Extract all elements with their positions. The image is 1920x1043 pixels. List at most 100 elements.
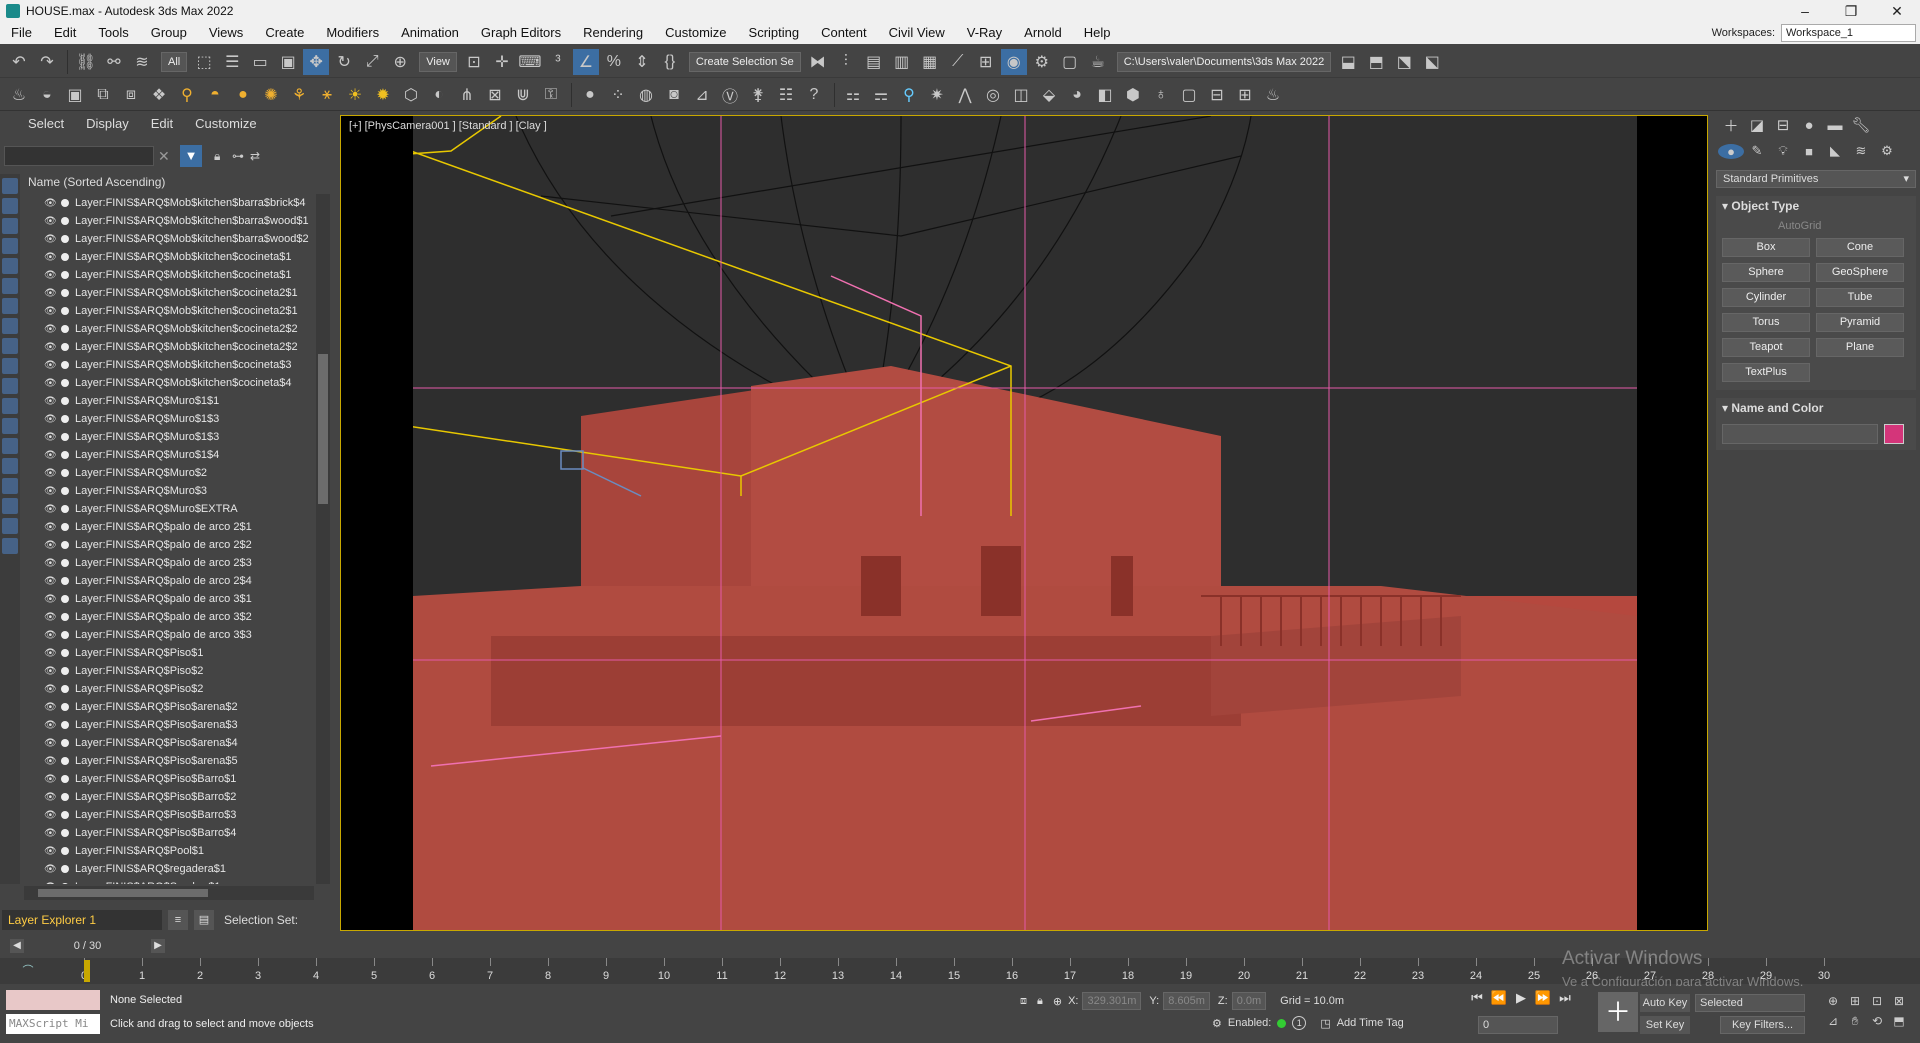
visibility-eye-icon[interactable]: 👁︎ — [44, 612, 58, 623]
vray-sphere-light-icon[interactable]: ● — [230, 82, 256, 108]
visibility-eye-icon[interactable]: 👁︎ — [44, 756, 58, 767]
layer-row[interactable]: 👁︎ Layer:FINIS$ARQ$Piso$Barro$2 — [24, 788, 314, 806]
bind-space-warp-icon[interactable]: ≋ — [129, 49, 155, 75]
menu-group[interactable]: Group — [140, 22, 198, 44]
vray-proxy-icon[interactable]: ⬡ — [398, 82, 424, 108]
curve-editor-icon[interactable]: ⟋ — [945, 49, 971, 75]
arnold-light-icon[interactable]: ◎ — [980, 82, 1006, 108]
arnold-render-icon[interactable]: ◙ — [661, 82, 687, 108]
visibility-eye-icon[interactable]: 👁︎ — [44, 828, 58, 839]
render-toggle-icon[interactable] — [61, 307, 69, 315]
layer-row[interactable]: 👁︎ Layer:FINIS$ARQ$Muro$1$1 — [24, 392, 314, 410]
visibility-eye-icon[interactable]: 👁︎ — [44, 396, 58, 407]
vray-mesh-light-icon[interactable]: ✺ — [258, 82, 284, 108]
menu-scripting[interactable]: Scripting — [738, 22, 811, 44]
menu-help[interactable]: Help — [1073, 22, 1122, 44]
vray-decal-icon[interactable]: ⊠ — [482, 82, 508, 108]
workspace-dropdown[interactable]: Workspace_1 — [1781, 24, 1916, 42]
spot-light-icon[interactable]: ⋀ — [952, 82, 978, 108]
render-toggle-icon[interactable] — [61, 271, 69, 279]
visibility-eye-icon[interactable]: 👁︎ — [44, 648, 58, 659]
ribbon-icon[interactable]: ▦ — [917, 49, 943, 75]
autogrid-checkbox[interactable]: AutoGrid — [1716, 216, 1916, 236]
render-toggle-icon[interactable] — [61, 847, 69, 855]
visibility-eye-icon[interactable]: 👁︎ — [44, 414, 58, 425]
visibility-eye-icon[interactable]: 👁︎ — [44, 288, 58, 299]
bulb-icon[interactable]: ♁ — [1148, 82, 1174, 108]
visibility-eye-icon[interactable]: 👁︎ — [44, 234, 58, 245]
visibility-eye-icon[interactable]: 👁︎ — [44, 252, 58, 263]
layer-row[interactable]: 👁︎ Layer:FINIS$ARQ$Mob$kitchen$cocineta2$… — [24, 302, 314, 320]
render-toggle-icon[interactable] — [61, 379, 69, 387]
safe-frame-icon[interactable]: ▢ — [1176, 82, 1202, 108]
object-type-title[interactable]: ▾ Object Type — [1716, 196, 1916, 216]
visibility-eye-icon[interactable]: 👁︎ — [44, 198, 58, 209]
geometry-icon[interactable]: ● — [1718, 143, 1744, 159]
rendered-frame-icon[interactable]: ▢ — [1057, 49, 1083, 75]
vray-vfb-icon[interactable]: ▣ — [62, 82, 88, 108]
selection-lock-icon[interactable]: 🔒︎ — [1037, 995, 1043, 1008]
restore-button[interactable]: ❐ — [1828, 0, 1874, 22]
render-toggle-icon[interactable] — [61, 199, 69, 207]
visibility-eye-icon[interactable]: 👁︎ — [44, 558, 58, 569]
keyboard-shortcut-icon[interactable]: ⌨ — [517, 49, 543, 75]
align-icon[interactable]: ⫶ — [833, 49, 859, 75]
place-icon[interactable]: ⊕ — [387, 49, 413, 75]
layer-row[interactable]: 👁︎ Layer:FINIS$ARQ$Piso$1 — [24, 644, 314, 662]
render-elements-icon[interactable]: ⬢ — [1120, 82, 1146, 108]
render-toggle-icon[interactable] — [61, 721, 69, 729]
environment-icon[interactable]: ◕ — [1064, 82, 1090, 108]
render-toggle-icon[interactable] — [61, 487, 69, 495]
arnold-sphere-icon[interactable]: ● — [577, 82, 603, 108]
menu-create[interactable]: Create — [254, 22, 315, 44]
display-containers-icon[interactable] — [2, 358, 18, 374]
render-toggle-icon[interactable] — [61, 253, 69, 261]
vray-ambient-light-icon[interactable]: ⚹ — [314, 82, 340, 108]
layer-row[interactable]: 👁︎ Layer:FINIS$ARQ$palo de arco 3$1 — [24, 590, 314, 608]
layer-row[interactable]: 👁︎ Layer:FINIS$ARQ$Mob$kitchen$barra$wood… — [24, 230, 314, 248]
move-icon[interactable]: ✥ — [303, 48, 330, 75]
mini-curve-editor-icon[interactable]: ⌒ — [8, 961, 48, 981]
vray-fur-icon[interactable]: ⋔ — [454, 82, 480, 108]
clear-search-icon[interactable]: ✕ — [158, 148, 170, 165]
render-setup-icon[interactable]: ⚙ — [1029, 49, 1055, 75]
vray-ies-light-icon[interactable]: ⚘ — [286, 82, 312, 108]
go-to-end-icon[interactable]: ⏭ — [1554, 990, 1576, 1006]
render-toggle-icon[interactable] — [61, 865, 69, 873]
project-path-dropdown[interactable]: C:\Users\valer\Documents\3ds Max 2022 — [1116, 51, 1332, 72]
layer-row[interactable]: 👁︎ Layer:FINIS$ARQ$Pool$1 — [24, 842, 314, 860]
display-shapes-icon[interactable] — [2, 198, 18, 214]
visibility-eye-icon[interactable]: 👁︎ — [44, 522, 58, 533]
vray-teapot-icon[interactable]: ♨ — [6, 82, 32, 108]
layer-row[interactable]: 👁︎ Layer:FINIS$ARQ$Piso$Barro$3 — [24, 806, 314, 824]
photometric-icon[interactable]: ◫ — [1008, 82, 1034, 108]
render-icon[interactable]: ☕ — [1085, 49, 1111, 75]
select-manipulate-icon[interactable]: ✛ — [489, 49, 515, 75]
layer-explorer-icon[interactable]: ▥ — [889, 49, 915, 75]
visibility-eye-icon[interactable]: 👁︎ — [44, 864, 58, 875]
select-object-icon[interactable]: ⬚ — [191, 49, 217, 75]
vray-lister-icon[interactable]: ⧉ — [90, 82, 116, 108]
y-coordinate-field[interactable]: 8.605m — [1163, 992, 1210, 1010]
scene-search-input[interactable] — [4, 146, 154, 166]
display-children-icon[interactable] — [2, 478, 18, 494]
layer-row[interactable]: 👁︎ Layer:FINIS$ARQ$Sombra$1 — [24, 878, 314, 884]
select-by-name-icon[interactable]: ☰ — [219, 49, 245, 75]
z-coordinate-field[interactable]: 0.0m — [1231, 992, 1267, 1010]
layer-row[interactable]: 👁︎ Layer:FINIS$ARQ$Piso$2 — [24, 680, 314, 698]
layer-row[interactable]: 👁︎ Layer:FINIS$ARQ$Mob$kitchen$cocineta$1 — [24, 248, 314, 266]
layer-list-icon[interactable]: ▤ — [194, 910, 214, 930]
vray-plane-icon[interactable]: ◐ — [426, 82, 452, 108]
render-toggle-icon[interactable] — [61, 595, 69, 603]
render-toggle-icon[interactable] — [61, 667, 69, 675]
current-frame-field[interactable]: 0 — [1478, 1016, 1558, 1034]
vray-clipper-icon[interactable]: ⚿ — [538, 82, 564, 108]
render-toggle-icon[interactable] — [61, 559, 69, 567]
render-toggle-icon[interactable] — [61, 829, 69, 837]
redo-icon[interactable]: ↷ — [34, 49, 60, 75]
primitive-button-box[interactable]: Box — [1722, 238, 1810, 257]
render-toggle-icon[interactable] — [61, 631, 69, 639]
visibility-eye-icon[interactable]: 👁︎ — [44, 630, 58, 641]
vray-sun-icon[interactable]: ☀ — [342, 82, 368, 108]
layer-row[interactable]: 👁︎ Layer:FINIS$ARQ$Mob$kitchen$cocineta2$… — [24, 320, 314, 338]
